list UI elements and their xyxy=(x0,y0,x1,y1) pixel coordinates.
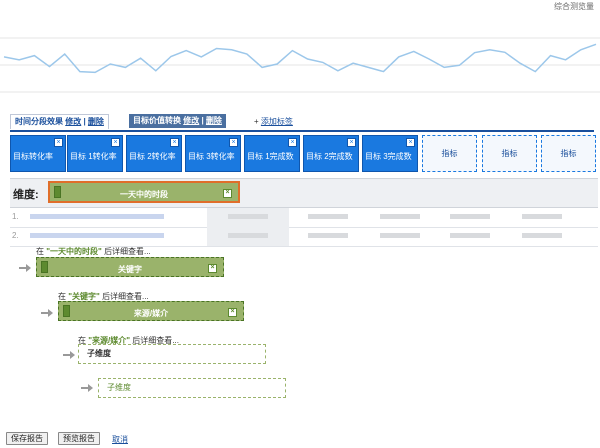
caption-dimension: "关键字" xyxy=(68,292,100,301)
close-icon[interactable]: × xyxy=(288,138,297,147)
row-placeholder-bar xyxy=(30,233,164,238)
metric-card[interactable]: × 目标 1转化率 xyxy=(67,135,123,172)
subdimension-slot[interactable]: 子维度 xyxy=(78,344,266,364)
dimension-chip[interactable]: 一天中的时段 × xyxy=(48,181,240,203)
arrow-right-icon xyxy=(63,351,75,359)
tab-time-segment[interactable]: 时间分段效果 修改 | 删除 xyxy=(10,114,109,129)
report-tabbar: 时间分段效果 修改 | 删除 目标价值转换 修改 | 删除 + 添加标签 xyxy=(10,114,594,132)
metric-placeholder[interactable]: 指标 xyxy=(541,135,596,172)
drilldown-chip[interactable]: 关键字 × xyxy=(36,257,224,277)
dimension-chip-label: 一天中的时段 xyxy=(120,190,168,199)
cell-placeholder xyxy=(308,233,348,238)
cell-placeholder xyxy=(450,214,490,219)
tab-edit-link[interactable]: 修改 xyxy=(183,116,199,125)
tab-delete-link[interactable]: 删除 xyxy=(88,117,104,126)
add-tab-link[interactable]: + 添加标签 xyxy=(254,116,293,127)
metric-label: 目标 1转化率 xyxy=(70,152,117,161)
cell-placeholder xyxy=(380,233,420,238)
close-icon[interactable]: × xyxy=(208,264,217,273)
metric-label: 目标 3完成数 xyxy=(365,152,412,161)
metric-label: 目标转化率 xyxy=(13,152,53,161)
metric-card[interactable]: × 目标转化率 xyxy=(10,135,66,172)
add-tab-label[interactable]: 添加标签 xyxy=(261,117,293,126)
cell-placeholder xyxy=(522,214,562,219)
close-icon[interactable]: × xyxy=(223,189,232,198)
close-icon[interactable]: × xyxy=(54,138,63,147)
cancel-link[interactable]: 取消 xyxy=(112,434,128,445)
arrow-right-icon xyxy=(41,309,53,317)
metric-label: 目标 2完成数 xyxy=(306,152,353,161)
row-number: 2. xyxy=(12,231,19,240)
arrow-right-icon xyxy=(81,384,93,392)
tab-label[interactable]: 时间分段效果 xyxy=(15,117,63,126)
drilldown-caption: 在 "一天中的时段" 后详细查看... xyxy=(36,246,151,257)
tab-goal-value[interactable]: 目标价值转换 修改 | 删除 xyxy=(129,114,226,128)
tab-delete-link[interactable]: 删除 xyxy=(206,116,222,125)
dimension-label: 维度: xyxy=(13,189,39,201)
close-icon[interactable]: × xyxy=(228,308,237,317)
preview-report-button[interactable]: 预览报告 xyxy=(58,432,100,445)
caption-suffix: 后详细查看... xyxy=(104,247,151,256)
caption-dimension: "一天中的时段" xyxy=(46,247,102,256)
row-number: 1. xyxy=(12,212,19,221)
tab-edit-link[interactable]: 修改 xyxy=(65,117,81,126)
cell-placeholder xyxy=(228,233,268,238)
metric-label: 目标 1完成数 xyxy=(247,152,294,161)
metric-card[interactable]: × 目标 2转化率 xyxy=(126,135,182,172)
metric-card[interactable]: × 目标 3完成数 xyxy=(362,135,418,172)
table-row: 1. xyxy=(10,208,598,228)
cell-placeholder xyxy=(380,214,420,219)
metric-card[interactable]: × 目标 2完成数 xyxy=(303,135,359,172)
cell-placeholder xyxy=(308,214,348,219)
metric-card[interactable]: × 目标 3转化率 xyxy=(185,135,241,172)
metric-placeholder[interactable]: 指标 xyxy=(482,135,537,172)
trend-sparkline xyxy=(0,37,600,93)
metric-placeholder[interactable]: 指标 xyxy=(422,135,477,172)
drilldown-chip-label: 来源/媒介 xyxy=(133,309,169,318)
cell-placeholder xyxy=(522,233,562,238)
save-report-button[interactable]: 保存报告 xyxy=(6,432,48,445)
metric-label: 目标 3转化率 xyxy=(188,152,235,161)
subdimension-slot[interactable]: 子维度 xyxy=(98,378,286,398)
arrow-right-icon xyxy=(19,264,31,272)
close-icon[interactable]: × xyxy=(347,138,356,147)
close-icon[interactable]: × xyxy=(170,138,179,147)
drilldown-chip-label: 关键字 xyxy=(118,265,142,274)
caption-suffix: 后详细查看... xyxy=(102,292,149,301)
drilldown-chip[interactable]: 来源/媒介 × xyxy=(58,301,244,321)
tab-label[interactable]: 目标价值转换 xyxy=(133,116,181,125)
trend-line xyxy=(3,43,597,74)
metric-label: 目标 2转化率 xyxy=(129,152,176,161)
table-row: 2. xyxy=(10,227,598,247)
metric-card[interactable]: × 目标 1完成数 xyxy=(244,135,300,172)
close-icon[interactable]: × xyxy=(229,138,238,147)
cell-placeholder xyxy=(228,214,268,219)
add-tab-prefix: + xyxy=(254,117,259,126)
close-icon[interactable]: × xyxy=(111,138,120,147)
close-icon[interactable]: × xyxy=(406,138,415,147)
caption-prefix: 在 xyxy=(36,247,44,256)
row-placeholder-bar xyxy=(30,214,164,219)
cell-placeholder xyxy=(450,233,490,238)
caption-prefix: 在 xyxy=(58,292,66,301)
